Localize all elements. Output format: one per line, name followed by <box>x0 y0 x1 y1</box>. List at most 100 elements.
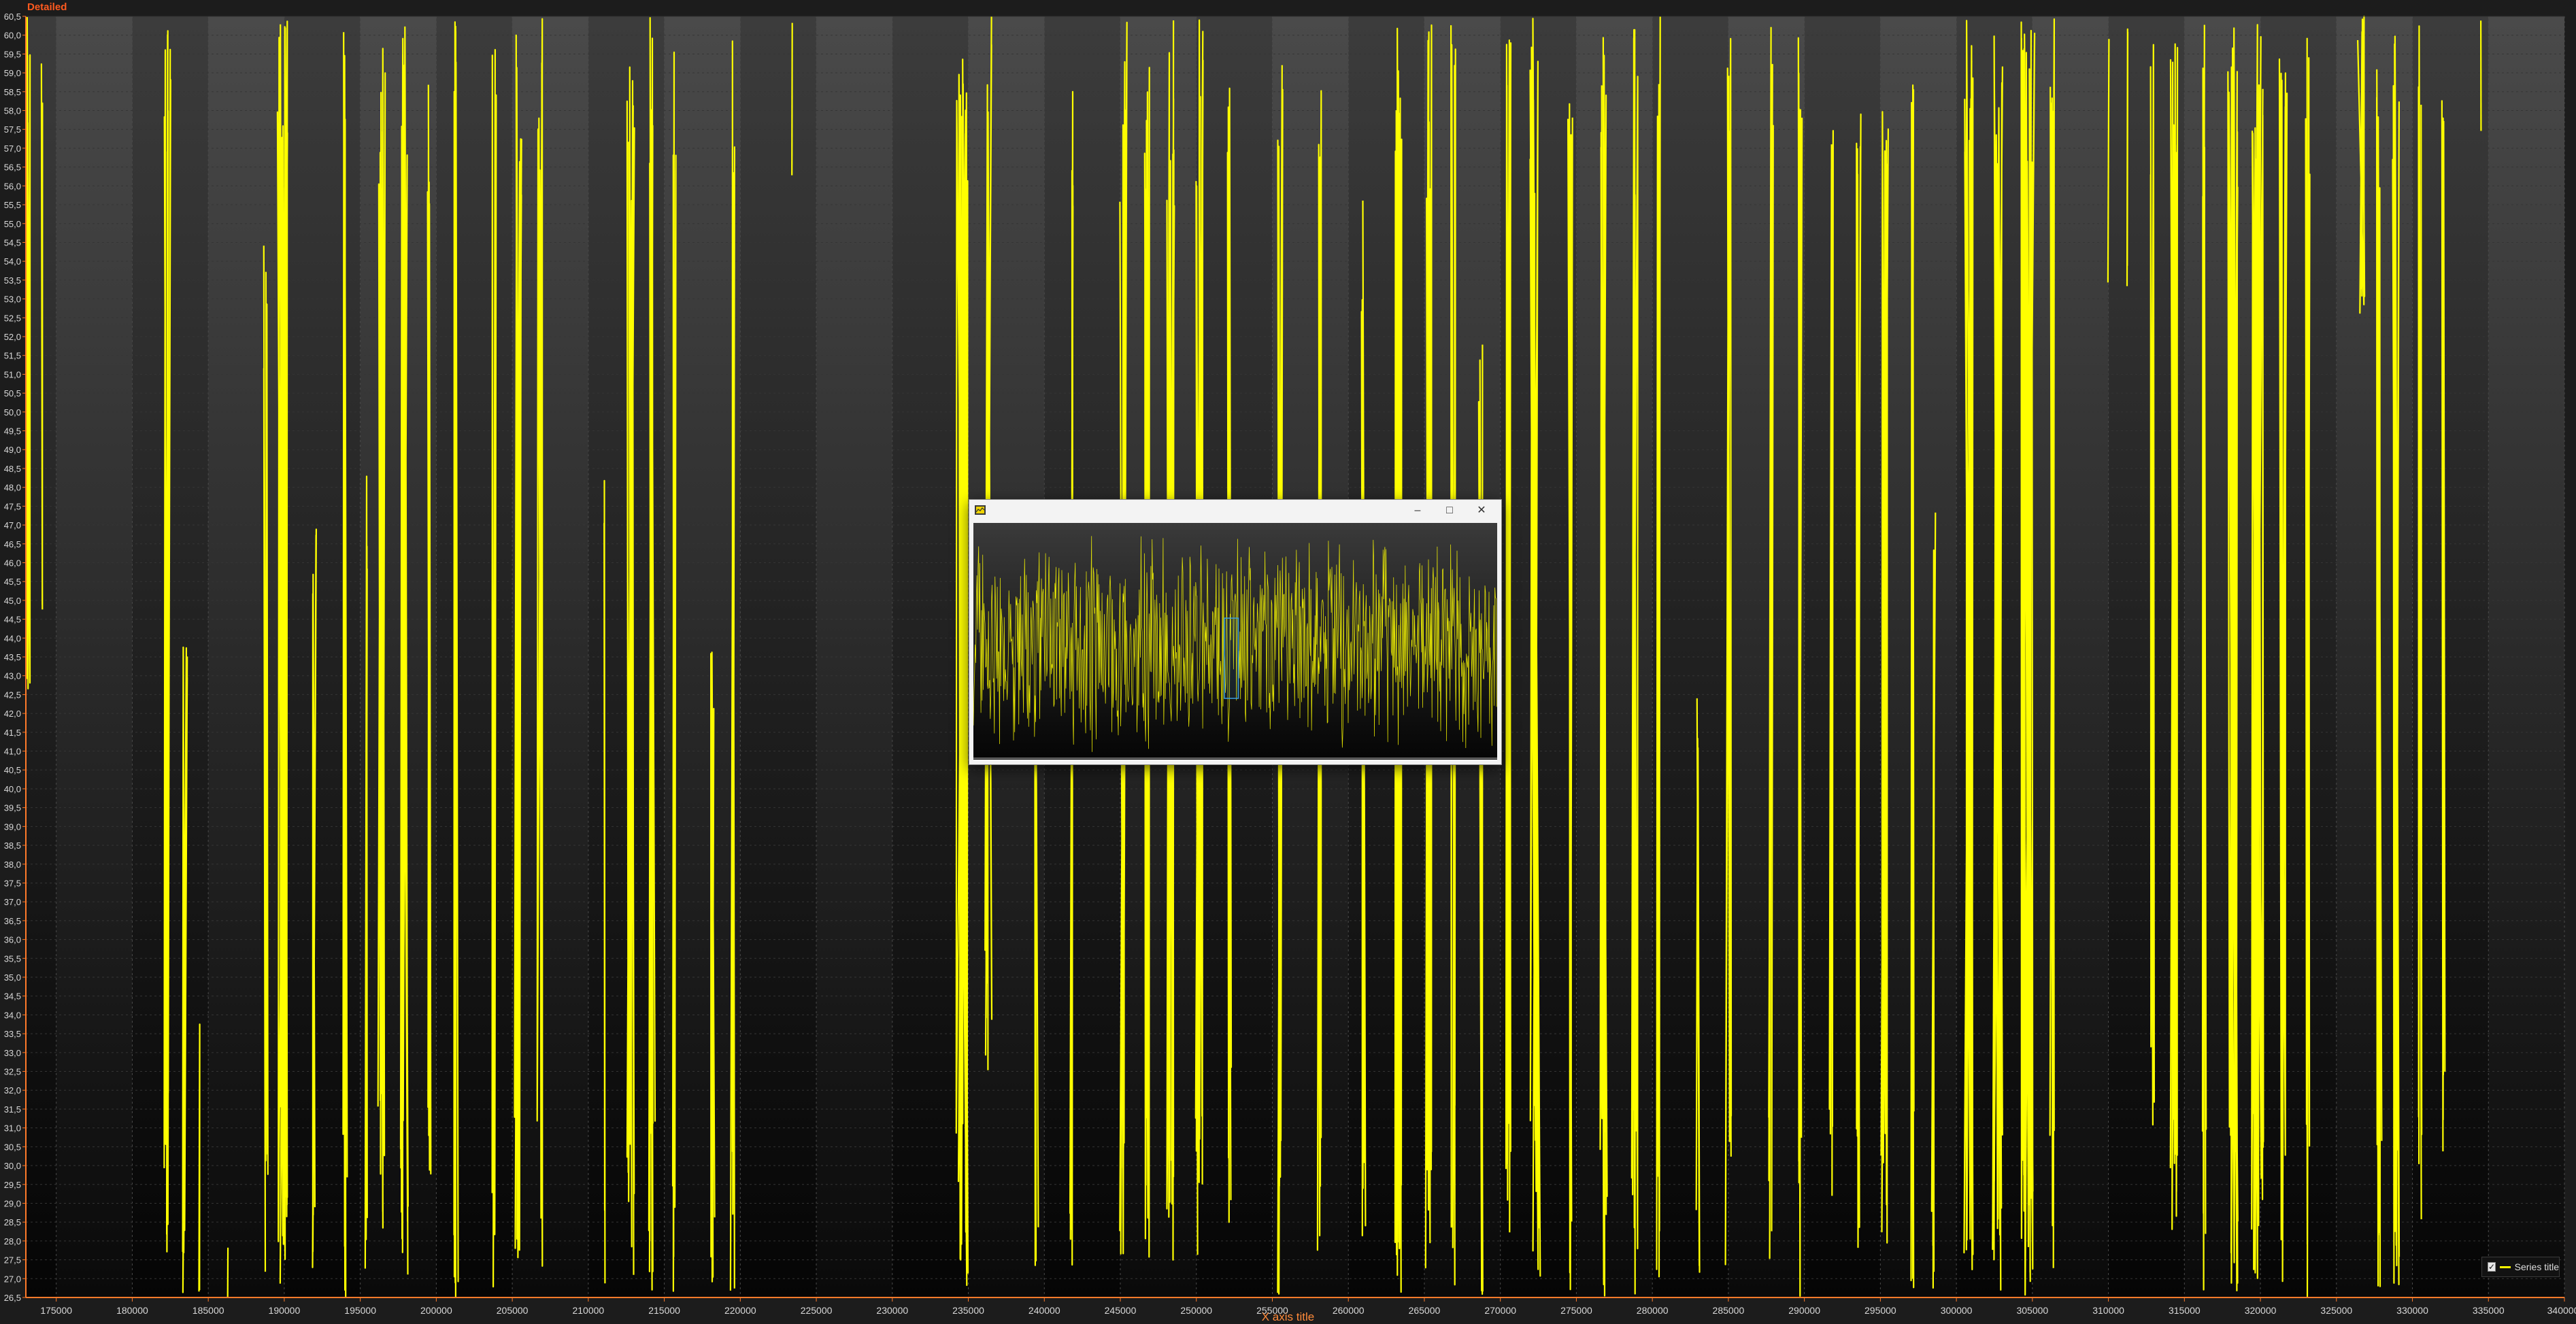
y-tick-label: 46,5 <box>4 539 21 549</box>
y-tick-label: 53,5 <box>4 275 21 286</box>
chart-root: 26,5 27,0 27,5 28,0 28,5 29,0 29,5 30,0 30,5 31,0… <box>0 0 2576 1324</box>
y-tick-label: 57,0 <box>4 143 21 154</box>
y-tick-label: 37,0 <box>4 897 21 907</box>
y-tick-label: 45,5 <box>4 577 21 587</box>
overview-window[interactable]: – □ ✕ <box>969 499 1502 765</box>
series-line <box>2441 100 2446 1152</box>
y-tick-label: 41,5 <box>4 728 21 738</box>
series-line <box>2169 43 2179 1230</box>
legend-label: Series title <box>2514 1261 2559 1272</box>
y-tick-label: 50,5 <box>4 388 21 398</box>
series-line <box>1910 84 1915 1289</box>
y-tick-label: 58,0 <box>4 106 21 116</box>
series-line <box>2107 39 2110 283</box>
series-line <box>2227 27 2239 1292</box>
y-tick-label: 59,0 <box>4 68 21 78</box>
overview-svg[interactable] <box>973 523 1497 760</box>
series-line <box>2392 35 2401 1286</box>
y-tick-label: 51,0 <box>4 369 21 379</box>
legend[interactable]: ✓ Series title <box>2481 1257 2560 1277</box>
x-axis-title: X axis title <box>1261 1310 1315 1323</box>
y-tick-label: 32,5 <box>4 1067 21 1077</box>
series-line <box>276 20 288 1284</box>
y-tick-label: 52,5 <box>4 313 21 323</box>
series-line <box>709 651 716 1283</box>
series-line <box>2020 21 2036 1296</box>
series-line <box>491 49 497 1288</box>
y-tick-label: 43,0 <box>4 671 21 681</box>
y-tick-label: 35,5 <box>4 953 21 964</box>
y-tick-label: 44,0 <box>4 633 21 643</box>
y-tick-label: 53,0 <box>4 294 21 305</box>
y-tick-label: 44,5 <box>4 615 21 625</box>
y-tick-label: 60,5 <box>4 12 21 22</box>
y-tick-label: 50,0 <box>4 407 21 418</box>
overview-selection-rect <box>1224 617 1239 699</box>
y-tick-label: 39,5 <box>4 803 21 813</box>
y-tick-label: 56,0 <box>4 181 21 191</box>
y-tick-label: 55,0 <box>4 219 21 229</box>
y-tick-label: 39,0 <box>4 821 21 832</box>
y-tick-label: 31,0 <box>4 1123 21 1134</box>
y-tick-label: 34,5 <box>4 991 21 1002</box>
y-tick-label: 51,5 <box>4 351 21 361</box>
close-button[interactable]: ✕ <box>1466 500 1497 522</box>
y-tick-label: 32,0 <box>4 1085 21 1096</box>
y-tick-label: 49,5 <box>4 426 21 437</box>
chart-title: Detailed <box>27 1 67 13</box>
series-line <box>2150 44 2155 1126</box>
y-tick-label: 30,0 <box>4 1161 21 1171</box>
y-tick-label: 28,0 <box>4 1236 21 1246</box>
y-tick-label: 33,0 <box>4 1048 21 1058</box>
y-tick-label: 34,0 <box>4 1010 21 1020</box>
y-tick-label: 48,0 <box>4 483 21 493</box>
series-line <box>2305 37 2311 1297</box>
y-tick-label: 49,0 <box>4 445 21 455</box>
y-tick-label: 35,0 <box>4 972 21 983</box>
y-tick-label: 52,0 <box>4 332 21 342</box>
series-line <box>671 51 677 1292</box>
y-tick-label: 58,5 <box>4 87 21 97</box>
y-tick-label: 40,0 <box>4 784 21 794</box>
series-line <box>40 63 44 610</box>
overview-titlebar[interactable]: – □ ✕ <box>969 500 1501 522</box>
y-tick-label: 60,0 <box>4 31 21 41</box>
y-tick-label: 54,0 <box>4 256 21 267</box>
y-tick-label: 47,5 <box>4 501 21 511</box>
y-tick-label: 36,0 <box>4 935 21 945</box>
series-line <box>1656 16 1661 1278</box>
legend-checkbox[interactable]: ✓ <box>2488 1262 2496 1272</box>
y-tick-label: 37,5 <box>4 878 21 888</box>
y-tick-label: 46,0 <box>4 558 21 568</box>
y-tick-label: 29,0 <box>4 1198 21 1208</box>
chart-app-icon <box>975 505 986 515</box>
y-tick-label: 36,5 <box>4 916 21 926</box>
y-tick-label: 27,0 <box>4 1274 21 1284</box>
y-tick-label: 59,5 <box>4 49 21 59</box>
y-tick-label: 38,5 <box>4 841 21 851</box>
y-tick-label: 42,0 <box>4 709 21 719</box>
minimize-button[interactable]: – <box>1402 500 1433 522</box>
y-tick-label: 42,5 <box>4 690 21 700</box>
y-tick-label: 41,0 <box>4 747 21 757</box>
y-tick-label: 31,5 <box>4 1104 21 1115</box>
series-line <box>2126 28 2129 286</box>
y-tick-label: 28,5 <box>4 1217 21 1227</box>
series-line <box>198 1023 201 1292</box>
overview-plot[interactable] <box>973 523 1497 760</box>
legend-swatch <box>2500 1266 2511 1268</box>
maximize-button[interactable]: □ <box>1434 500 1465 522</box>
y-tick-label: 40,5 <box>4 765 21 775</box>
y-tick-label: 56,5 <box>4 163 21 173</box>
y-tick-label: 47,0 <box>4 520 21 530</box>
y-tick-label: 27,5 <box>4 1255 21 1266</box>
y-tick-label: 48,5 <box>4 464 21 474</box>
series-line <box>603 479 606 1284</box>
y-tick-label: 38,0 <box>4 860 21 870</box>
y-tick-label: 55,5 <box>4 200 21 210</box>
y-tick-label: 57,5 <box>4 124 21 135</box>
series-line <box>1505 39 1512 1233</box>
y-tick-label: 29,5 <box>4 1180 21 1190</box>
y-tick-label: 54,5 <box>4 237 21 248</box>
y-tick-label: 43,5 <box>4 652 21 662</box>
